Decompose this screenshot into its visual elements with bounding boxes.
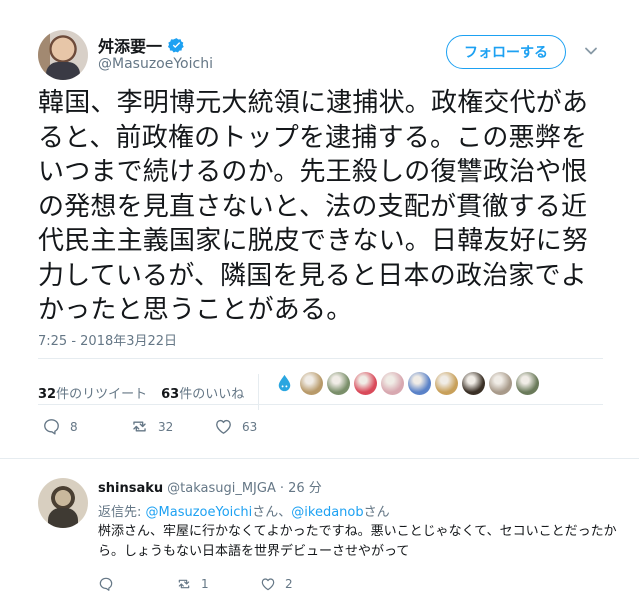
reply-avatar[interactable]: [38, 478, 88, 528]
retweet-count: 32: [158, 419, 174, 434]
display-name[interactable]: 舛添要一: [98, 33, 162, 57]
mention-suffix: さん: [363, 505, 390, 520]
reply-header: shinsaku @takasugi_MJGA · 26 分: [98, 477, 322, 496]
divider: [38, 358, 603, 359]
retweet-action[interactable]: 1: [176, 576, 260, 592]
retweets-stat[interactable]: 32件のリツイート: [38, 383, 147, 402]
heart-icon: [216, 419, 231, 434]
replying-prefix: 返信先:: [98, 505, 146, 520]
reply-action[interactable]: [98, 576, 176, 592]
like-action[interactable]: 63: [214, 417, 257, 436]
avatar[interactable]: [38, 30, 88, 80]
retweet-icon: [133, 421, 146, 432]
liker-avatars: [273, 372, 539, 395]
mention-separator: さん、: [252, 505, 292, 520]
verified-badge-icon: [168, 37, 184, 53]
reply-display-name[interactable]: shinsaku: [98, 481, 163, 496]
retweet-icon: [178, 579, 190, 589]
chevron-down-icon[interactable]: [584, 44, 598, 58]
mention-link[interactable]: @ikedanob: [291, 505, 363, 520]
tweet-actions: 8 32 63: [42, 417, 257, 436]
reply-retweet-count: 1: [201, 577, 209, 591]
divider: [0, 458, 639, 459]
likes-label: 件のいいね: [179, 386, 245, 402]
reply-actions: 1 2: [98, 576, 293, 592]
likes-stat[interactable]: 63件のいいね: [161, 383, 244, 402]
reply-handle[interactable]: @takasugi_MJGA: [167, 481, 276, 496]
flower-bouquet-avatar[interactable]: [435, 372, 458, 395]
reply-action[interactable]: 8: [42, 417, 130, 436]
timestamp[interactable]: 7:25 - 2018年3月22日: [38, 330, 177, 349]
animal-avatar[interactable]: [489, 372, 512, 395]
water-drop-avatar[interactable]: [273, 372, 296, 395]
heart-icon: [261, 578, 275, 591]
retweets-label: 件のリツイート: [56, 386, 148, 402]
like-count: 63: [242, 419, 258, 434]
dark-avatar[interactable]: [462, 372, 485, 395]
reply-like-count: 2: [285, 577, 293, 591]
reply-time[interactable]: · 26 分: [280, 477, 322, 496]
anime-avatar[interactable]: [381, 372, 404, 395]
author-name-row: 舛添要一: [98, 33, 185, 57]
tree-avatar[interactable]: [408, 372, 431, 395]
like-action[interactable]: 2: [260, 576, 293, 592]
food-avatar[interactable]: [300, 372, 323, 395]
reply-icon: [44, 419, 59, 435]
retweet-action[interactable]: 32: [130, 417, 214, 436]
follow-button[interactable]: フォローする: [446, 35, 566, 69]
reply-text: 桝添さん、牢屋に行かなくてよかったですね。悪いことじゃなくて、セコいことだったか…: [98, 524, 617, 559]
flower-avatar[interactable]: [354, 372, 377, 395]
likes-count: 63: [161, 386, 180, 402]
reply-count: 8: [70, 419, 78, 434]
author-handle[interactable]: @MasuzoeYoichi: [98, 56, 213, 72]
character-avatar[interactable]: [327, 372, 350, 395]
mention-link[interactable]: @MasuzoeYoichi: [146, 505, 253, 520]
reply-icon: [99, 577, 113, 591]
tweet-text: 韓国、李明博元大統領に逮捕状。政権交代があると、前政権のトップを逮捕する。この悪…: [38, 88, 589, 325]
landscape-avatar[interactable]: [516, 372, 539, 395]
divider: [38, 404, 603, 405]
retweets-count: 32: [38, 386, 57, 402]
replying-to: 返信先: @MasuzoeYoichiさん、@ikedanobさん: [98, 501, 390, 520]
